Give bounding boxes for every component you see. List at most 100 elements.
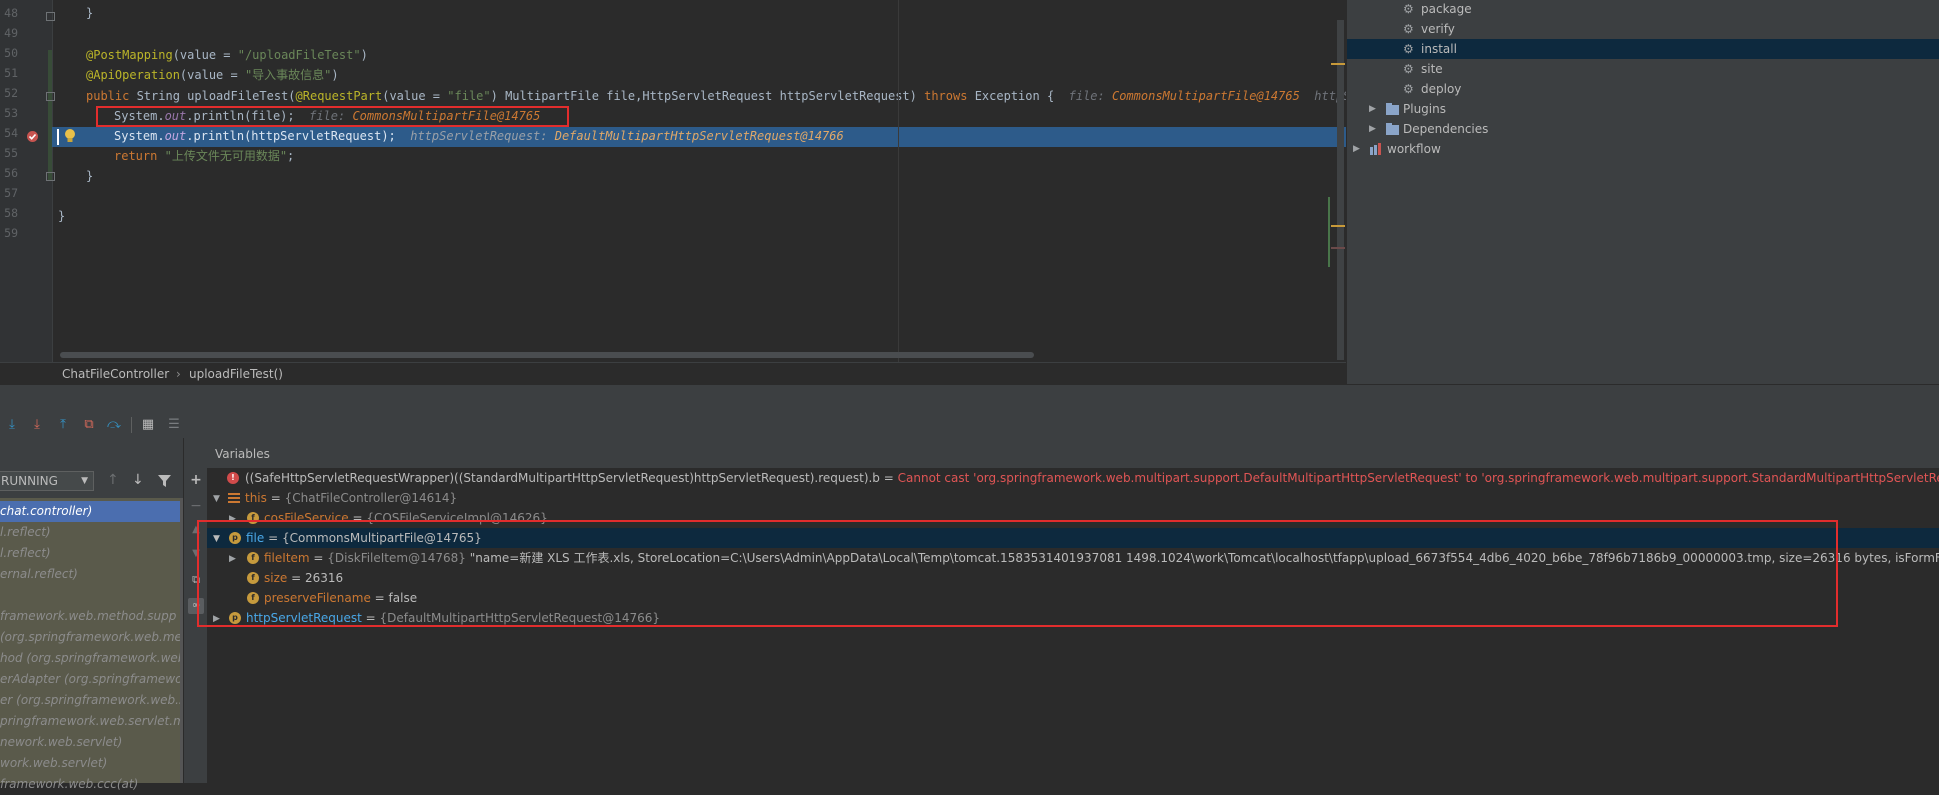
stack-frame[interactable]: framework.web.ccc(at) [0,774,180,795]
variable-expression: ((SafeHttpServletRequestWrapper)((Standa… [245,471,898,485]
stack-frame[interactable]: nework.web.servlet) [0,732,180,753]
variable-row-error[interactable]: ! ((SafeHttpServletRequestWrapper)((Stan… [207,468,1939,488]
inline-value: DefaultMultipartHttpServletRequest@14766 [554,129,844,143]
step-into-icon[interactable]: ⤓ [29,417,45,433]
stack-frame[interactable]: hod (org.springframework.web [0,648,180,669]
gear-icon: ⚙ [1403,42,1414,56]
keyword-token: throws [924,89,968,103]
field-token: out [164,129,187,143]
expand-arrow-icon[interactable]: ▶ [1369,119,1376,139]
maven-lifecycle-item[interactable]: ⚙ package [1347,0,1939,19]
code-text: Exception { [967,89,1055,103]
stack-frame[interactable]: erAdapter (org.springframewo [0,669,180,690]
error-stripe-marker[interactable] [1331,247,1345,249]
code-editor[interactable]: 48 49 50 51 52 53 54 55 56 57 58 59 } @P… [0,0,1387,362]
stack-frame[interactable]: work.web.servlet) [0,753,180,774]
remove-watch-icon[interactable]: − [188,498,204,514]
code-text: ; [287,149,295,163]
line-number: 49 [4,26,18,40]
code-line-58: } [58,206,65,226]
expand-arrow-icon[interactable]: ▶ [1369,99,1376,119]
code-text: ) MultipartFile file,HttpServletRequest … [490,89,925,103]
code-line-48: } [86,3,93,23]
fold-toggle-icon[interactable] [46,12,55,21]
code-text: (value = [172,48,238,62]
force-step-into-icon[interactable]: ⧉ [81,417,97,433]
code-line-50: @PostMapping(value = "/uploadFileTest") [86,45,368,65]
editor-vertical-scrollbar[interactable] [1337,20,1344,360]
gear-icon: ⚙ [1403,2,1414,16]
thread-selector[interactable]: RUNNING ▼ [0,471,94,491]
error-message: Cannot cast 'org.springframework.web.mul… [897,471,1939,485]
keyword-token: return [114,149,158,163]
error-icon: ! [227,472,239,484]
line-number: 55 [4,146,18,160]
evaluate-expression-icon[interactable]: ▦ [140,417,156,433]
lightbulb-icon[interactable] [64,128,76,144]
step-over-icon[interactable]: ⤓ [4,417,20,433]
gear-icon: ⚙ [1403,62,1414,76]
breakpoint-icon[interactable] [26,130,39,143]
step-out-icon[interactable]: ⤒ [55,417,71,433]
inline-value-label: file: [1068,89,1112,103]
line-number: 51 [4,66,18,80]
string-token: "上传文件无可用数据" [164,149,288,163]
filter-icon[interactable] [158,475,171,487]
maven-module-icon [1370,143,1381,155]
stack-frame[interactable]: (org.springframework.web.meth [0,627,180,648]
maven-lifecycle-item[interactable]: ⚙ site [1347,59,1939,79]
variable-value: {ChatFileController@14614} [284,491,458,505]
collapse-arrow-icon[interactable]: ▼ [213,489,220,508]
object-icon [228,493,240,503]
add-watch-icon[interactable]: + [188,472,204,488]
maven-dependencies-node[interactable]: ▶ Dependencies [1347,119,1939,139]
stack-frame[interactable]: pringframework.web.servlet.mvc [0,711,180,732]
editor-gutter[interactable]: 48 49 50 51 52 53 54 55 56 57 58 59 [0,0,55,362]
stack-frame[interactable]: er (org.springframework.web.s [0,690,180,711]
maven-plugins-node[interactable]: ▶ Plugins [1347,99,1939,119]
line-number: 53 [4,106,18,120]
code-text: .println(httpServletRequest); [186,129,396,143]
code-line-52: public String uploadFileTest(@RequestPar… [86,86,1387,106]
arrow-down-icon[interactable]: ↓ [132,472,144,488]
code-text: } [86,169,94,183]
stack-frame[interactable]: l.reflect) [0,522,180,543]
stack-frame[interactable]: framework.web.method.supp [0,606,180,627]
maven-lifecycle-item[interactable]: ⚙ verify [1347,19,1939,39]
vcs-change-marker[interactable] [48,50,52,180]
string-token: "/uploadFileTest" [237,48,361,62]
frames-list[interactable]: chat.controller) l.reflect) l.reflect) e… [0,498,180,791]
maven-lifecycle-item[interactable]: ⚙ deploy [1347,79,1939,99]
code-line-56: } [86,166,93,186]
code-text: ) [331,68,339,82]
code-line-54: System.out.println(httpServletRequest); … [114,126,844,146]
breadcrumb-class[interactable]: ChatFileController [62,367,169,381]
line-number: 54 [4,126,18,140]
maven-module-node[interactable]: ▶ workflow [1347,139,1939,159]
variable-name: this [245,491,267,505]
stack-frame[interactable]: ernal.reflect) [0,564,180,585]
variable-row-this[interactable]: ▼ this = {ChatFileController@14614} [207,488,1939,508]
trace-icon[interactable]: ☰ [166,417,182,433]
fold-toggle-icon[interactable] [46,92,55,101]
run-to-cursor-icon[interactable]: ⤼ [106,417,122,433]
stack-frame[interactable]: l.reflect) [0,543,180,564]
maven-tool-window: ⚙ package ⚙ verify ⚙ install ⚙ site ⚙ deploy … [1346,0,1939,384]
fold-toggle-icon[interactable] [46,172,55,181]
expand-arrow-icon[interactable]: ▶ [1353,139,1360,159]
arrow-up-icon[interactable]: ↑ [107,472,119,488]
chevron-down-icon: ▼ [81,476,88,486]
line-number: 58 [4,206,18,220]
editor-horizontal-scrollbar[interactable] [60,352,1034,358]
vcs-stripe [1328,197,1330,267]
error-stripe-marker[interactable] [1331,225,1345,227]
stack-frame[interactable] [0,585,180,606]
annotation-token: @ApiOperation [86,68,180,82]
error-stripe-marker[interactable] [1331,63,1345,65]
line-number: 56 [4,166,18,180]
maven-lifecycle-item[interactable]: ⚙ install [1347,39,1939,59]
inline-value: CommonsMultipartFile@14765 [1111,89,1300,103]
annotation-red-box [96,106,569,127]
stack-frame[interactable]: chat.controller) [0,501,180,522]
breadcrumb-method[interactable]: uploadFileTest() [189,367,283,381]
